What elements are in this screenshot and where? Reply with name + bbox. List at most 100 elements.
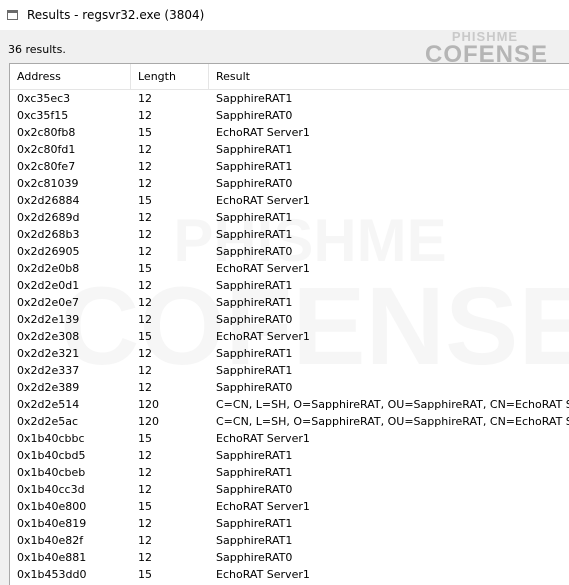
cell-result: SapphireRAT1 — [216, 347, 293, 360]
cell-length: 15 — [138, 500, 152, 513]
list-item[interactable]: 0x1b40cbbc 15 EchoRAT Server1 — [10, 430, 569, 447]
cell-length: 120 — [138, 398, 159, 411]
cell-result: EchoRAT Server1 — [216, 330, 310, 343]
cell-result: SapphireRAT1 — [216, 160, 293, 173]
cell-address: 0x2c80fe7 — [17, 160, 76, 173]
cell-length: 12 — [138, 177, 152, 190]
column-header-address[interactable]: Address — [10, 64, 130, 89]
cell-address: 0x2d2689d — [17, 211, 80, 224]
cell-address: 0x2d2e0d1 — [17, 279, 80, 292]
list-item[interactable]: 0x2d26884 15 EchoRAT Server1 — [10, 192, 569, 209]
cell-address: 0x1b453dd0 — [17, 568, 87, 581]
list-item[interactable]: 0x2d2e0b8 15 EchoRAT Server1 — [10, 260, 569, 277]
list-item[interactable]: 0x2d2689d 12 SapphireRAT1 — [10, 209, 569, 226]
cell-address: 0x1b40cbbc — [17, 432, 85, 445]
list-item[interactable]: 0x1b40e819 12 SapphireRAT1 — [10, 515, 569, 532]
list-rows: 0xc35ec3 12 SapphireRAT1 0xc35f15 12 Sapphire… — [10, 90, 569, 583]
list-item[interactable]: 0x2c80fb8 15 EchoRAT Server1 — [10, 124, 569, 141]
cell-length: 12 — [138, 109, 152, 122]
list-item[interactable]: 0x2d26905 12 SapphireRAT0 — [10, 243, 569, 260]
list-item[interactable]: 0xc35f15 12 SapphireRAT0 — [10, 107, 569, 124]
cell-length: 12 — [138, 381, 152, 394]
window-icon — [7, 10, 18, 20]
list-item[interactable]: 0x2d268b3 12 SapphireRAT1 — [10, 226, 569, 243]
cell-address: 0x2d2e0b8 — [17, 262, 80, 275]
cell-result: C=CN, L=SH, O=SapphireRAT, OU=SapphireRA… — [216, 398, 569, 411]
list-item[interactable]: 0x2d2e139 12 SapphireRAT0 — [10, 311, 569, 328]
list-item[interactable]: 0x2c81039 12 SapphireRAT0 — [10, 175, 569, 192]
cell-address: 0xc35ec3 — [17, 92, 71, 105]
list-item[interactable]: 0x1b453dd0 15 EchoRAT Server1 — [10, 566, 569, 583]
list-item[interactable]: 0x2d2e337 12 SapphireRAT1 — [10, 362, 569, 379]
list-item[interactable]: 0x1b40e800 15 EchoRAT Server1 — [10, 498, 569, 515]
results-count: 36 results. — [8, 43, 66, 56]
results-window: Results - regsvr32.exe (3804) 36 results… — [0, 0, 569, 585]
cell-length: 15 — [138, 568, 152, 581]
cell-result: SapphireRAT0 — [216, 483, 293, 496]
list-item[interactable]: 0x1b40e82f 12 SapphireRAT1 — [10, 532, 569, 549]
cell-length: 12 — [138, 160, 152, 173]
list-item[interactable]: 0x2c80fe7 12 SapphireRAT1 — [10, 158, 569, 175]
cell-length: 12 — [138, 449, 152, 462]
cell-address: 0x1b40e881 — [17, 551, 87, 564]
cell-length: 120 — [138, 415, 159, 428]
cell-result: SapphireRAT1 — [216, 534, 293, 547]
cell-result: EchoRAT Server1 — [216, 262, 310, 275]
cell-address: 0x1b40cbeb — [17, 466, 86, 479]
list-item[interactable]: 0x2d2e0e7 12 SapphireRAT1 — [10, 294, 569, 311]
cell-address: 0x1b40e82f — [17, 534, 84, 547]
watermark-top-text: PHISHME — [451, 29, 519, 44]
cell-length: 12 — [138, 483, 152, 496]
cell-address: 0x2c80fb8 — [17, 126, 76, 139]
cell-address: 0x2d2e308 — [17, 330, 80, 343]
cell-result: C=CN, L=SH, O=SapphireRAT, OU=SapphireRA… — [216, 415, 569, 428]
cell-result: EchoRAT Server1 — [216, 500, 310, 513]
cell-address: 0x2d268b3 — [17, 228, 80, 241]
cell-address: 0x2d2e514 — [17, 398, 80, 411]
window-title: Results - regsvr32.exe (3804) — [27, 8, 205, 22]
cell-address: 0x2d26884 — [17, 194, 80, 207]
cell-result: SapphireRAT1 — [216, 279, 293, 292]
cell-length: 12 — [138, 364, 152, 377]
cell-length: 12 — [138, 466, 152, 479]
list-item[interactable]: 0x1b40cbd5 12 SapphireRAT1 — [10, 447, 569, 464]
list-item[interactable]: 0x2d2e308 15 EchoRAT Server1 — [10, 328, 569, 345]
column-header-result[interactable]: Result — [208, 64, 569, 89]
cell-result: SapphireRAT0 — [216, 551, 293, 564]
cell-length: 12 — [138, 92, 152, 105]
cell-address: 0x2d2e0e7 — [17, 296, 80, 309]
cell-length: 12 — [138, 551, 152, 564]
list-item[interactable]: 0x1b40cbeb 12 SapphireRAT1 — [10, 464, 569, 481]
cell-result: SapphireRAT1 — [216, 228, 293, 241]
cell-address: 0xc35f15 — [17, 109, 69, 122]
cell-result: SapphireRAT0 — [216, 177, 293, 190]
cell-length: 15 — [138, 126, 152, 139]
results-list[interactable]: Address Length Result 0xc35ec3 12 Sapphire… — [9, 63, 569, 585]
cell-result: SapphireRAT1 — [216, 449, 293, 462]
list-item[interactable]: 0x2d2e321 12 SapphireRAT1 — [10, 345, 569, 362]
cell-address: 0x1b40e819 — [17, 517, 87, 530]
cell-address: 0x2c81039 — [17, 177, 79, 190]
cell-result: SapphireRAT0 — [216, 245, 293, 258]
cell-length: 12 — [138, 517, 152, 530]
column-header-length[interactable]: Length — [130, 64, 208, 89]
list-item[interactable]: 0xc35ec3 12 SapphireRAT1 — [10, 90, 569, 107]
cell-length: 12 — [138, 211, 152, 224]
cell-length: 12 — [138, 228, 152, 241]
list-item[interactable]: 0x2d2e514 120 C=CN, L=SH, O=SapphireRAT, O… — [10, 396, 569, 413]
list-item[interactable]: 0x2d2e389 12 SapphireRAT0 — [10, 379, 569, 396]
cell-length: 12 — [138, 347, 152, 360]
cell-result: SapphireRAT0 — [216, 313, 293, 326]
cell-length: 15 — [138, 194, 152, 207]
list-item[interactable]: 0x2d2e5ac 120 C=CN, L=SH, O=SapphireRAT, O… — [10, 413, 569, 430]
list-item[interactable]: 0x1b40cc3d 12 SapphireRAT0 — [10, 481, 569, 498]
cell-address: 0x1b40cc3d — [17, 483, 85, 496]
title-bar[interactable]: Results - regsvr32.exe (3804) — [0, 0, 569, 30]
cell-result: SapphireRAT1 — [216, 466, 293, 479]
cell-result: EchoRAT Server1 — [216, 568, 310, 581]
list-item[interactable]: 0x1b40e881 12 SapphireRAT0 — [10, 549, 569, 566]
list-item[interactable]: 0x2d2e0d1 12 SapphireRAT1 — [10, 277, 569, 294]
list-item[interactable]: 0x2c80fd1 12 SapphireRAT1 — [10, 141, 569, 158]
cell-length: 15 — [138, 432, 152, 445]
cell-result: EchoRAT Server1 — [216, 126, 310, 139]
